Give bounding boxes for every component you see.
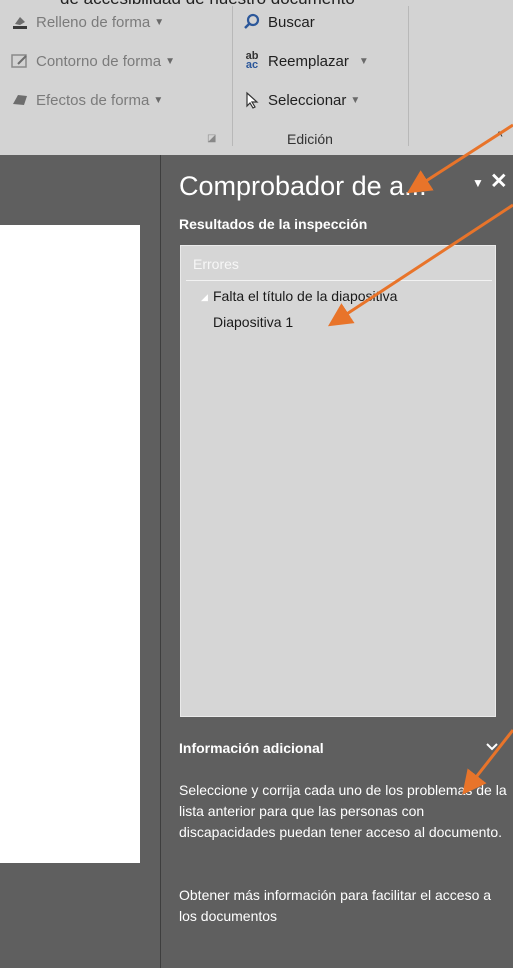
chevron-down-icon: ▼: [154, 16, 165, 28]
replace-icon: ab ac: [245, 50, 259, 71]
additional-info-heading[interactable]: Información adicional: [179, 740, 324, 756]
outline-pen-icon: [10, 52, 30, 70]
pane-title: Comprobador de a...: [179, 171, 427, 201]
collapse-ribbon-icon[interactable]: ^: [496, 128, 503, 144]
category-errors: Errores: [193, 256, 239, 272]
shape-fill-button[interactable]: Relleno de forma ▼: [10, 10, 164, 34]
chevron-down-icon: ▼: [165, 55, 175, 67]
find-label: Buscar: [268, 13, 315, 31]
results-heading: Resultados de la inspección: [179, 216, 368, 232]
shape-effects-icon: [10, 91, 30, 109]
group-divider: [232, 6, 233, 146]
replace-button[interactable]: ab ac Reemplazar ▼: [242, 49, 369, 73]
chevron-down-icon: ▼: [350, 94, 361, 106]
pane-options-icon[interactable]: ▼: [472, 176, 484, 190]
additional-info-text: Seleccione y corrija cada uno de los pro…: [179, 782, 507, 840]
chevron-down-icon: ▼: [153, 94, 164, 106]
paint-bucket-icon: [10, 13, 30, 31]
close-icon[interactable]: ✕: [490, 169, 508, 194]
accessibility-checker-pane: Comprobador de a... ▼ ✕ Resultados de la…: [161, 155, 513, 968]
shape-effects-button[interactable]: Efectos de forma ▼: [10, 88, 163, 112]
top-caption: de accesibilidad de nuestro documento: [60, 0, 355, 9]
issue-item[interactable]: Falta el título de la diapositiva: [213, 288, 397, 304]
slide-canvas[interactable]: [0, 225, 140, 863]
editing-group-label: Edición: [287, 131, 333, 147]
shape-fill-label: Relleno de forma: [36, 13, 151, 31]
select-cursor-icon: [242, 91, 262, 109]
issue-location-item[interactable]: Diapositiva 1: [213, 314, 293, 330]
search-icon: [242, 13, 262, 31]
shape-effects-label: Efectos de forma: [36, 91, 150, 109]
learn-more-link[interactable]: Obtener más información para facilitar e…: [179, 885, 509, 927]
ribbon: de accesibilidad de nuestro documento Re…: [0, 0, 513, 155]
chevron-down-icon[interactable]: [486, 739, 498, 754]
slide-editing-area: [0, 155, 160, 968]
inspection-results-list[interactable]: Errores ◢ Falta el título de la diaposit…: [180, 245, 496, 717]
tree-expand-icon[interactable]: ◢: [201, 292, 208, 303]
select-button[interactable]: Seleccionar ▼: [242, 88, 360, 112]
group-divider: [408, 6, 409, 146]
replace-label: Reemplazar: [268, 52, 349, 70]
category-divider: [186, 280, 492, 281]
shape-outline-label: Contorno de forma: [36, 52, 162, 70]
dialog-launcher-icon[interactable]: ◪: [207, 133, 216, 144]
chevron-down-icon: ▼: [358, 55, 369, 67]
shape-outline-button[interactable]: Contorno de forma ▼: [10, 49, 175, 73]
find-button[interactable]: Buscar: [242, 10, 315, 34]
select-label: Seleccionar: [268, 91, 347, 109]
